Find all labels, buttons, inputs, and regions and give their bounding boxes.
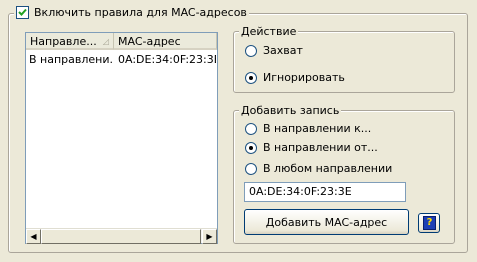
direction-any-option[interactable]: В любом направлении <box>245 162 392 175</box>
mac-rules-list[interactable]: Направле... ◿ MAC-адрес В направлени... … <box>25 32 218 244</box>
direction-from-option[interactable]: В направлении от... <box>245 141 378 154</box>
add-entry-group-title: Добавить запись <box>239 104 342 117</box>
action-capture-option[interactable]: Захват <box>245 44 303 57</box>
direction-to-option[interactable]: В направлении к... <box>245 122 371 135</box>
table-row-0-direction[interactable]: В направлени... <box>29 52 114 67</box>
direction-any-label: В любом направлении <box>263 162 393 175</box>
direction-from-label: В направлении от... <box>263 141 378 154</box>
add-mac-address-button[interactable]: Добавить MAC-адрес <box>244 209 409 235</box>
action-capture-radio[interactable] <box>245 44 257 57</box>
help-icon: ? <box>423 216 436 230</box>
action-ignore-label: Игнорировать <box>263 71 345 84</box>
checkmark-icon <box>18 8 27 16</box>
direction-to-radio[interactable] <box>245 122 257 135</box>
direction-any-radio[interactable] <box>245 162 257 175</box>
action-ignore-option[interactable]: Игнорировать <box>245 71 345 84</box>
enable-mac-rules-checkbox[interactable] <box>16 6 29 19</box>
enable-mac-rules-label: Включить правила для MAC-адресов <box>34 6 247 19</box>
column-header-mac[interactable]: MAC-адрес <box>114 33 217 50</box>
direction-to-label: В направлении к... <box>263 122 372 135</box>
action-group-title: Действие <box>239 25 299 38</box>
add-mac-address-label: Добавить MAC-адрес <box>265 215 388 229</box>
table-row-0-mac[interactable]: 0A:DE:34:0F:23:3E <box>118 52 216 67</box>
action-ignore-radio[interactable] <box>245 71 257 84</box>
arrow-left-icon[interactable]: ◀ <box>26 229 41 244</box>
mac-address-input[interactable]: 0A:DE:34:0F:23:3E <box>244 182 406 202</box>
help-button[interactable]: ? <box>418 213 440 233</box>
action-capture-label: Захват <box>263 44 303 57</box>
arrow-right-icon[interactable]: ▶ <box>202 229 217 244</box>
scrollbar-thumb[interactable] <box>41 229 201 244</box>
direction-from-radio[interactable] <box>245 141 257 154</box>
enable-mac-rules[interactable]: Включить правила для MAC-адресов <box>14 6 249 19</box>
column-header-direction[interactable]: Направле... ◿ <box>26 33 114 50</box>
horizontal-scrollbar[interactable]: ◀ ▶ <box>26 228 217 244</box>
sort-arrow-icon: ◿ <box>102 37 109 46</box>
